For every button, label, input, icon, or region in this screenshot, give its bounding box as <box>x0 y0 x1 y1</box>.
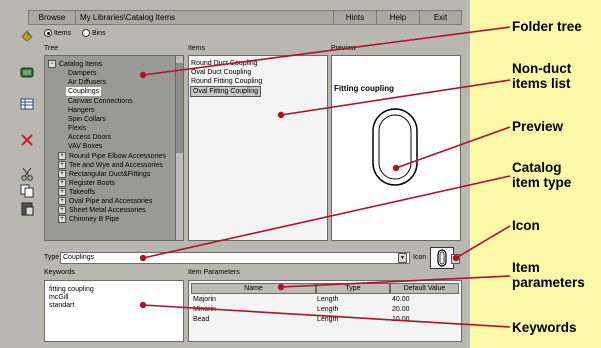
arrow-dot <box>139 301 147 309</box>
arrow-parameters <box>280 275 511 288</box>
arrow-items-list <box>280 79 511 116</box>
arrow-keywords <box>142 304 511 328</box>
arrow-dot <box>452 254 460 262</box>
callout-arrows <box>139 26 511 328</box>
arrow-folder-tree <box>142 26 511 76</box>
arrow-dot <box>392 164 400 172</box>
arrow-dot <box>139 254 147 262</box>
arrow-dot <box>277 111 285 119</box>
arrow-preview <box>395 126 511 169</box>
arrow-icon <box>455 225 511 259</box>
arrow-dot <box>139 71 147 79</box>
arrow-type <box>142 175 511 259</box>
arrow-dot <box>277 283 285 291</box>
